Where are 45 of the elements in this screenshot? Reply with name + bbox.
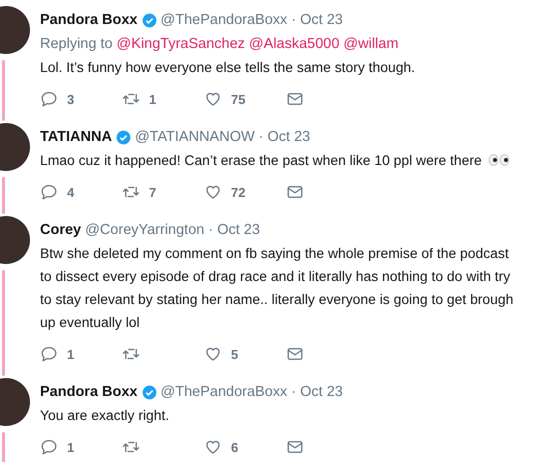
retweet-count: 7	[149, 184, 156, 200]
reply-icon[interactable]	[40, 438, 58, 456]
mail-icon[interactable]	[286, 90, 304, 108]
like-count: 5	[231, 346, 238, 362]
mail-icon[interactable]	[286, 183, 304, 201]
tweet-text: to dissect every episode of drag race and it literally has nothing to do with try	[40, 267, 510, 286]
tweet-text: Lol. It’s funny how everyone else tells the same story though.	[40, 58, 415, 77]
replying-to-label: Replying to	[40, 35, 113, 54]
like-count: 6	[231, 440, 238, 454]
user-name[interactable]: Pandora Boxx	[40, 382, 138, 402]
reply-icon[interactable]	[40, 183, 58, 201]
reply-icon[interactable]	[40, 90, 58, 108]
tweet-text: You are exactly right.	[40, 406, 170, 425]
user-handle[interactable]: @ThePandoraBoxx	[160, 10, 288, 30]
user-name[interactable]: Pandora Boxx	[40, 10, 138, 30]
like-count: 75	[231, 92, 246, 106]
user-name[interactable]: Corey	[40, 220, 82, 240]
retweet-count: 1	[149, 92, 156, 106]
reply-count: 4	[67, 184, 74, 200]
reply-count: 1	[67, 440, 74, 454]
reply-count: 1	[67, 346, 74, 362]
tweet-date[interactable]: · Oct 23	[291, 382, 343, 402]
tweet-date[interactable]: · Oct 23	[258, 127, 310, 147]
reply-count: 3	[67, 92, 74, 106]
mail-icon[interactable]	[286, 438, 304, 456]
mention-link[interactable]: @willam	[343, 34, 398, 54]
heart-icon[interactable]	[204, 183, 222, 201]
user-handle[interactable]: @CoreyYarrington	[85, 220, 204, 240]
like-count: 72	[231, 184, 246, 200]
mention-link[interactable]: @KingTyraSanchez	[116, 34, 245, 54]
user-handle[interactable]: @TATIANNANOW	[134, 127, 255, 147]
tweet-date[interactable]: · Oct 23	[291, 10, 343, 30]
heart-icon[interactable]	[204, 90, 222, 108]
tweet-text: Btw she deleted my comment on fb saying the whole premise of the podcast	[40, 244, 509, 263]
tweet-text: Lmao cuz it happened! Can’t erase the past when like 10 ppl were there	[40, 151, 482, 170]
mention-link[interactable]: @Alaska5000	[248, 34, 340, 54]
reply-icon[interactable]	[40, 345, 58, 363]
heart-icon[interactable]	[204, 438, 222, 456]
tweet-text: up eventually lol	[40, 313, 140, 332]
tweet-text: to stay relevant by stating her name.. literally everyone is going to get brough	[40, 290, 514, 309]
mail-icon[interactable]	[286, 345, 304, 363]
tweet-date[interactable]: · Oct 23	[208, 220, 260, 240]
heart-icon[interactable]	[204, 345, 222, 363]
user-handle[interactable]: @ThePandoraBoxx	[160, 382, 288, 402]
user-name[interactable]: TATIANNA	[40, 127, 112, 147]
